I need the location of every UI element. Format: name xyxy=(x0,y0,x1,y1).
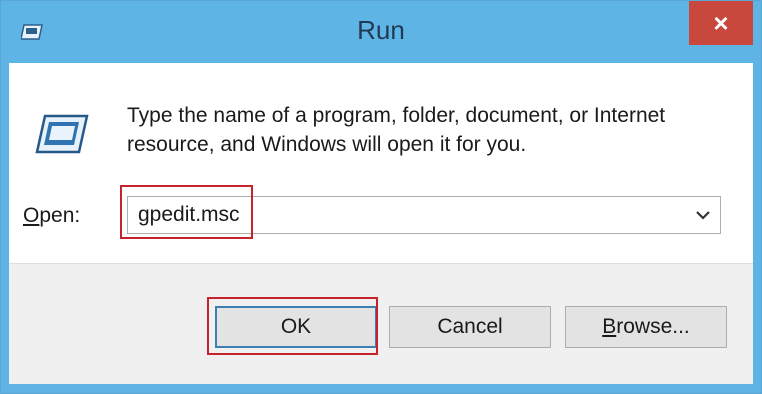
run-dialog: Run × Type the name of a program, folder… xyxy=(0,0,762,394)
description-line: Type the name of a program, folder, docu… xyxy=(127,104,666,127)
chevron-down-icon[interactable] xyxy=(694,206,712,224)
browse-accelerator: B xyxy=(602,315,617,338)
window-title: Run xyxy=(357,15,405,45)
close-icon: × xyxy=(713,8,729,38)
ok-button-label: OK xyxy=(280,315,312,338)
run-icon xyxy=(35,114,89,154)
ok-button[interactable]: OK xyxy=(215,306,377,348)
open-label-accelerator: O xyxy=(23,204,40,227)
description-text: Type the name of a program, folder, docu… xyxy=(127,101,727,159)
description-line: resource, and Windows will open it for y… xyxy=(127,133,527,156)
open-input[interactable] xyxy=(138,197,678,233)
browse-button-label: rowse... xyxy=(616,315,690,338)
dialog-content: Type the name of a program, folder, docu… xyxy=(9,63,753,263)
button-bar: OK Cancel Browse... xyxy=(9,263,753,384)
open-combobox[interactable] xyxy=(127,196,721,234)
cancel-button[interactable]: Cancel xyxy=(389,306,551,348)
open-label-text: pen: xyxy=(39,204,81,227)
title-bar[interactable]: Run × xyxy=(1,1,761,63)
open-label: Open: xyxy=(23,204,80,228)
browse-button[interactable]: Browse... xyxy=(565,306,727,348)
close-button[interactable]: × xyxy=(689,1,753,45)
cancel-button-label: Cancel xyxy=(437,315,503,338)
